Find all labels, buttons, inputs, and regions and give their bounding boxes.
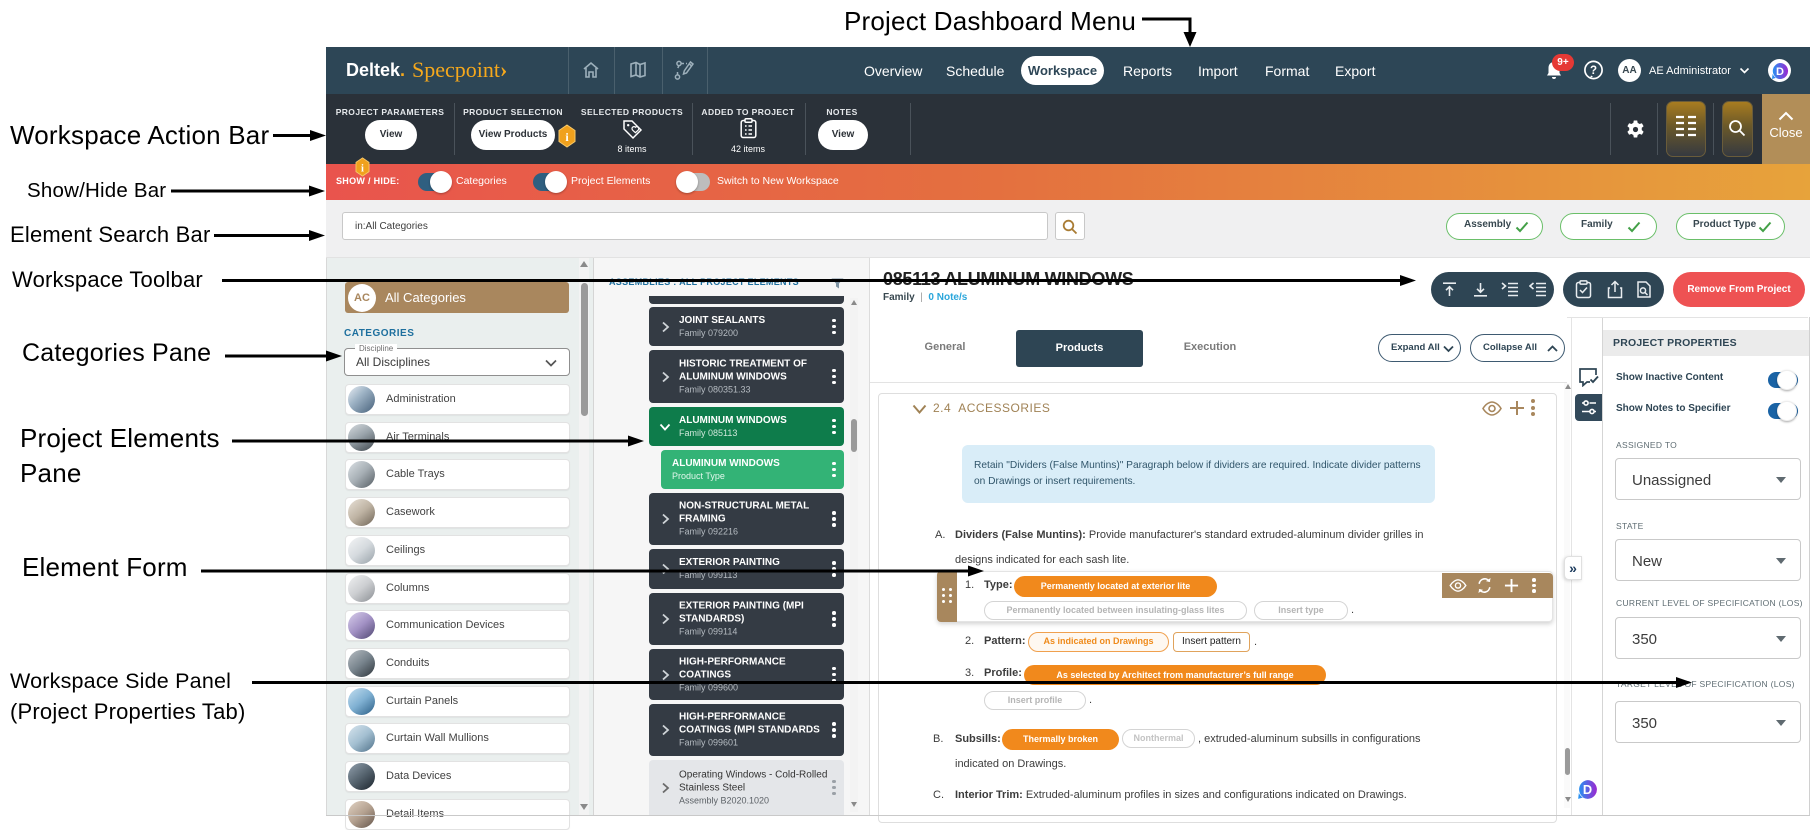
svg-text:D: D	[1776, 66, 1784, 78]
svg-text:?: ?	[1590, 65, 1597, 77]
svg-text:D: D	[1583, 782, 1592, 797]
svg-text:i: i	[361, 163, 364, 174]
